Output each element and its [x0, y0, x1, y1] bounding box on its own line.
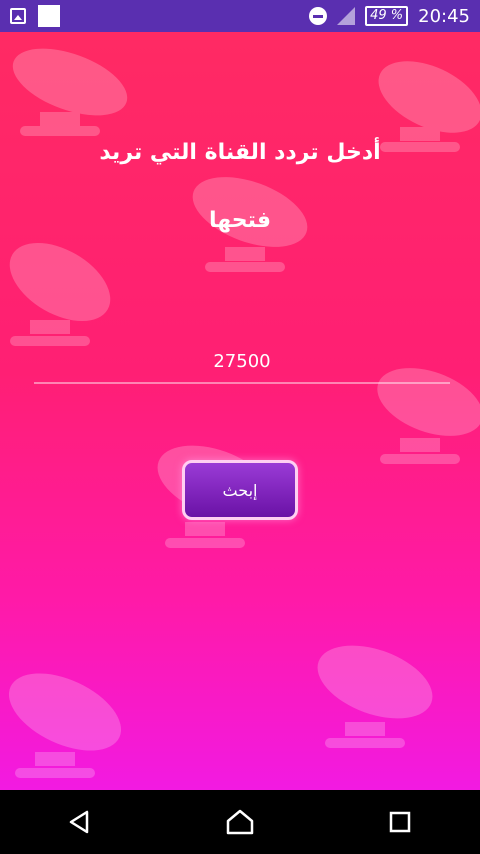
frequency-input[interactable]: [34, 340, 450, 384]
recents-button[interactable]: [380, 802, 420, 842]
navigation-bar: [0, 790, 480, 854]
status-bar: 49 % 20:45: [0, 0, 480, 32]
signal-icon: [337, 7, 356, 25]
battery-percent: 49 %: [370, 8, 404, 23]
recents-icon: [389, 811, 411, 833]
back-button[interactable]: [60, 802, 100, 842]
battery-indicator: 49 %: [365, 6, 409, 26]
home-icon: [226, 809, 254, 835]
do-not-disturb-icon: [309, 7, 328, 25]
home-button[interactable]: [220, 802, 260, 842]
image-icon: [10, 8, 26, 24]
prompt-title-line2: فتحها: [208, 208, 272, 233]
search-button[interactable]: إبحث: [182, 460, 298, 520]
satellite-dish-icon: [8, 673, 122, 778]
clock: 20:45: [418, 5, 470, 27]
search-button-label: إبحث: [222, 480, 258, 500]
white-square-icon: [38, 5, 60, 27]
back-icon: [69, 810, 89, 834]
satellite-dish-icon: [317, 645, 433, 748]
main-screen: أدخل تردد القناة التي تريد فتحها إبحث: [0, 32, 480, 790]
satellite-dish-icon: [12, 48, 128, 136]
prompt-title-line1: أدخل تردد القناة التي تريد: [99, 140, 381, 165]
